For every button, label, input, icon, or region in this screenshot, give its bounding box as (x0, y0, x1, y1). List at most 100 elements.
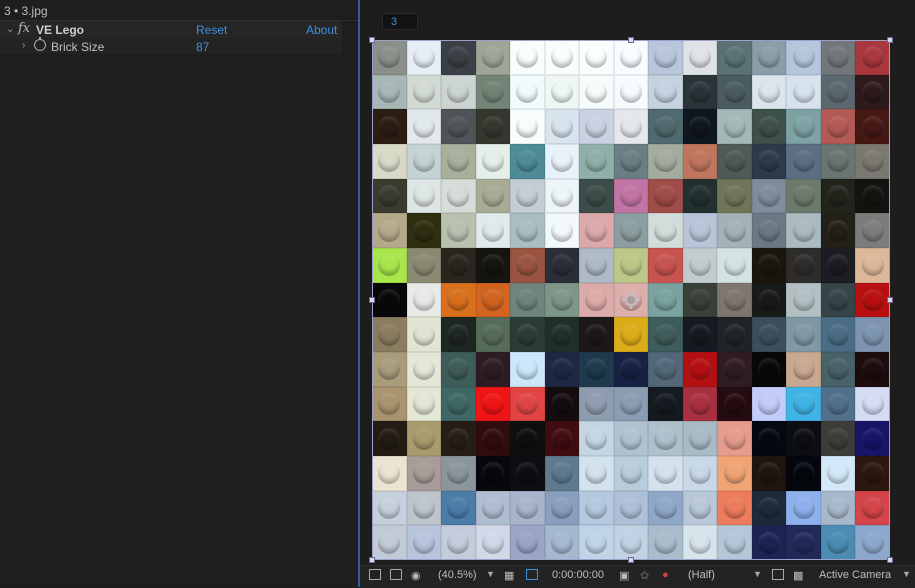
lego-brick (717, 317, 752, 352)
about-button[interactable]: About (306, 23, 337, 37)
brick-stud (723, 80, 746, 104)
chevron-down-icon[interactable]: ▼ (486, 569, 495, 579)
brick-stud (481, 392, 504, 416)
lego-brick (648, 456, 683, 491)
lego-brick (406, 421, 442, 456)
layer-handle-middle-left[interactable] (369, 297, 375, 303)
brick-stud (378, 150, 401, 173)
lego-brick (475, 421, 511, 456)
brick-stud (447, 254, 470, 277)
anchor-point-icon[interactable] (622, 291, 640, 309)
reset-button[interactable]: Reset (196, 23, 227, 37)
lego-brick (372, 490, 407, 526)
brick-stud (792, 115, 815, 138)
chevron-down-icon[interactable]: ▼ (753, 569, 762, 579)
lego-brick (855, 109, 890, 144)
mask-visibility-icon[interactable]: ◉ (411, 569, 421, 582)
lego-brick (544, 386, 580, 422)
lego-brick (820, 248, 856, 283)
layer-handle-top-center[interactable] (628, 37, 634, 43)
brick-stud (689, 462, 712, 485)
lego-brick (475, 525, 511, 560)
layer-handle-top-left[interactable] (369, 37, 375, 43)
layer-handle-middle-right[interactable] (887, 297, 893, 303)
lego-brick (406, 178, 442, 214)
camera-icon[interactable]: ▣ (619, 569, 629, 582)
lego-brick (820, 456, 856, 491)
brick-stud (447, 427, 470, 450)
mask-path-icon[interactable] (526, 569, 538, 580)
lego-brick (544, 456, 580, 491)
chevron-right-icon[interactable]: › (22, 40, 25, 51)
brick-stud (723, 358, 746, 381)
layer-handle-bottom-center[interactable] (628, 557, 634, 563)
show-snapshot-icon[interactable]: ✿ (640, 569, 649, 582)
lego-brick (751, 74, 787, 110)
brick-stud (447, 392, 470, 416)
chevron-down-icon[interactable]: ▼ (902, 569, 911, 579)
lego-brick (579, 144, 614, 179)
lego-brick (820, 213, 856, 248)
lego-brick (751, 144, 787, 179)
brick-stud (516, 219, 539, 242)
brick-stud (654, 288, 677, 312)
color-channels-icon[interactable]: ● (662, 569, 669, 581)
brick-stud (723, 323, 746, 346)
lego-brick (751, 490, 787, 526)
lego-brick (475, 40, 511, 75)
brick-stud (619, 496, 643, 520)
layer-handle-top-right[interactable] (887, 37, 893, 43)
brick-stud (654, 531, 677, 554)
brick-stud (654, 254, 677, 277)
stopwatch-icon[interactable] (34, 37, 46, 51)
timecode-display[interactable]: 0:00:00:00 (552, 569, 604, 581)
brick-stud (378, 462, 401, 485)
lego-brick (648, 282, 683, 318)
brick-stud (827, 392, 850, 416)
layer-handle-bottom-right[interactable] (887, 557, 893, 563)
transparency-grid-icon[interactable]: ▩ (793, 569, 803, 582)
lego-brick (613, 352, 649, 387)
lego-brick (579, 525, 614, 560)
chevron-down-icon[interactable]: ⌄ (6, 24, 14, 35)
region-of-interest-icon[interactable] (772, 569, 784, 580)
parameter-label: Brick Size (51, 40, 105, 54)
grid-icon[interactable]: ▦ (504, 569, 514, 582)
panel-tab-title[interactable]: 3 • 3.jpg (4, 4, 48, 18)
brick-stud (378, 288, 401, 312)
layer-handle-bottom-left[interactable] (369, 557, 375, 563)
brick-stud (689, 323, 712, 346)
brick-stud (619, 392, 643, 416)
brick-stud (827, 80, 850, 104)
resolution-dropdown[interactable]: (Half) (688, 569, 715, 581)
brick-stud (585, 531, 608, 554)
fx-icon[interactable]: fx (18, 21, 30, 36)
brick-stud (378, 80, 401, 104)
lego-brick (441, 178, 476, 214)
frame-number-field[interactable]: 3 (382, 13, 418, 30)
lego-brick (751, 317, 787, 352)
lego-brick (406, 352, 442, 387)
brick-stud (723, 531, 746, 554)
lego-brick (441, 317, 476, 352)
brick-stud (412, 392, 435, 416)
lego-brick (648, 109, 683, 144)
brick-stud (654, 46, 677, 69)
lego-brick (820, 178, 856, 214)
lego-brick (510, 525, 545, 560)
zoom-dropdown[interactable]: (40.5%) (438, 569, 477, 581)
brick-size-value[interactable]: 87 (196, 40, 209, 54)
brick-stud (550, 427, 573, 450)
brick-stud (654, 323, 677, 346)
camera-dropdown[interactable]: Active Camera (819, 569, 891, 581)
lego-brick (579, 456, 614, 491)
lego-brick (475, 213, 511, 248)
lego-brick (475, 352, 511, 387)
monitor-icon[interactable] (390, 569, 402, 580)
lego-brick (717, 109, 752, 144)
lego-brick (855, 40, 890, 75)
brick-stud (758, 323, 781, 346)
brick-stud (481, 323, 504, 346)
always-preview-icon[interactable] (369, 569, 381, 580)
lego-brick (441, 352, 476, 387)
